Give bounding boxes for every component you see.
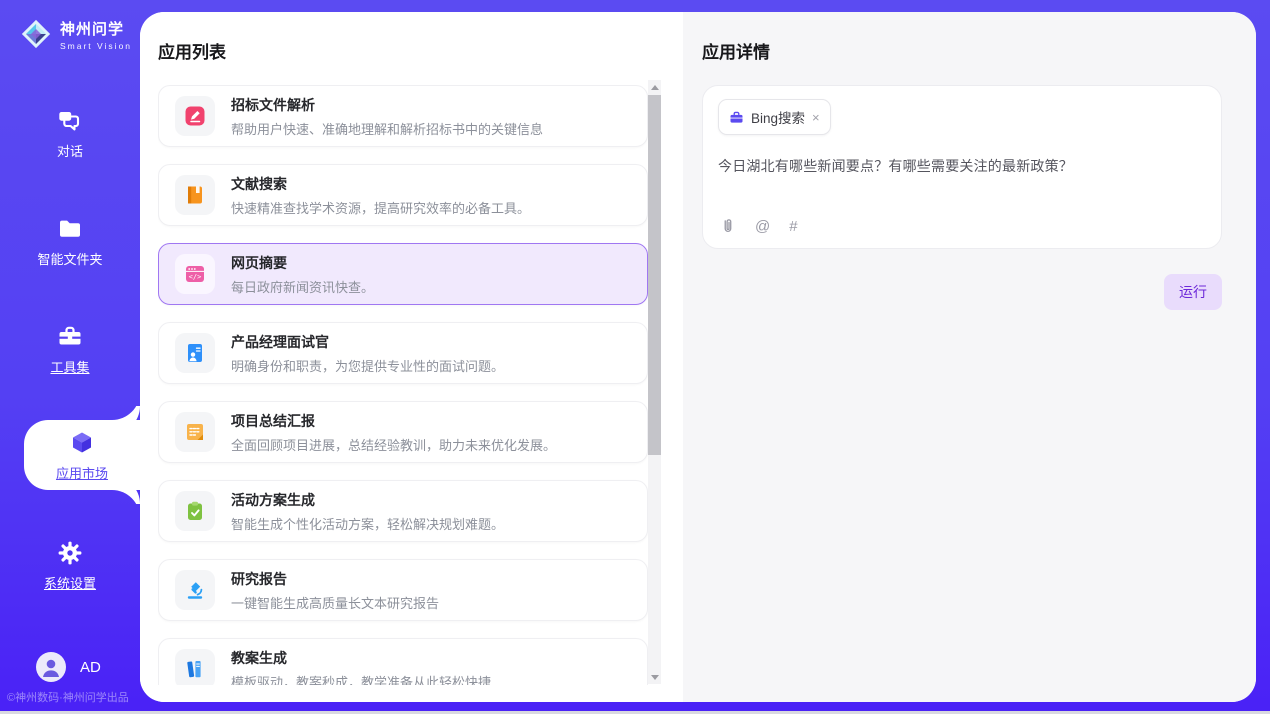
gear-icon	[56, 539, 84, 567]
sidebar-item-smart-folder[interactable]: 智能文件夹	[0, 210, 140, 272]
activity-plan-icon	[184, 500, 206, 522]
app-item-title: 招标文件解析	[231, 95, 543, 115]
sidebar-item-toolset[interactable]: 工具集	[0, 318, 140, 380]
scroll-down-icon[interactable]	[648, 670, 661, 684]
app-list-panel: 应用列表 招标文件解析 帮助用户快速、准确地理解和解析招标书中的关键信息	[140, 12, 683, 702]
app-item-desc: 快速精准查找学术资源，提高研究效率的必备工具。	[231, 198, 530, 217]
paperclip-icon[interactable]	[719, 217, 736, 235]
app-list: 招标文件解析 帮助用户快速、准确地理解和解析招标书中的关键信息 文献搜索 快速精…	[158, 85, 648, 685]
app-item-desc: 模板驱动，教案秒成，教学准备从此轻松快捷	[231, 672, 491, 686]
svg-text:</>: </>	[189, 273, 202, 281]
query-input[interactable]: 今日湖北有哪些新闻要点？有哪些需要关注的最新政策？	[718, 156, 1206, 176]
app-item-activity-plan[interactable]: 活动方案生成 智能生成个性化活动方案，轻松解决规划难题。	[158, 480, 648, 542]
sidebar: 神州问学 Smart Vision 对话 智能文件夹 工具集	[0, 0, 140, 714]
app-item-desc: 帮助用户快速、准确地理解和解析招标书中的关键信息	[231, 119, 543, 138]
app-detail-title: 应用详情	[702, 38, 1256, 63]
prompt-card: Bing搜索 × 今日湖北有哪些新闻要点？有哪些需要关注的最新政策？ @ #	[702, 85, 1222, 249]
folder-icon	[56, 215, 84, 243]
app-item-desc: 一键智能生成高质量长文本研究报告	[231, 593, 439, 612]
scroll-up-icon[interactable]	[648, 80, 661, 94]
sidebar-nav: 对话 智能文件夹 工具集 应用市场	[0, 102, 140, 642]
cube-icon	[68, 429, 96, 457]
brand-diamond-icon	[18, 16, 54, 52]
app-item-webpage-summary[interactable]: </> 网页摘要 每日政府新闻资讯快查。	[158, 243, 648, 305]
app-item-project-summary[interactable]: 项目总结汇报 全面回顾项目进展，总结经验教训，助力未来优化发展。	[158, 401, 648, 463]
chat-icon	[56, 107, 84, 135]
sidebar-item-label: 系统设置	[44, 573, 96, 592]
sidebar-item-chat[interactable]: 对话	[0, 102, 140, 164]
toolbox-icon	[56, 323, 84, 351]
app-item-desc: 每日政府新闻资讯快查。	[231, 277, 374, 296]
input-toolbar: @ #	[719, 217, 798, 235]
app-item-title: 活动方案生成	[231, 490, 504, 510]
app-list-title: 应用列表	[158, 38, 683, 63]
interviewer-icon	[184, 342, 206, 364]
user-account[interactable]: AD	[36, 652, 101, 682]
app-list-scrollbar[interactable]	[648, 80, 661, 684]
brand-logo: 神州问学 Smart Vision	[18, 16, 132, 52]
app-item-title: 产品经理面试官	[231, 332, 504, 352]
mention-icon[interactable]: @	[755, 218, 770, 235]
sidebar-item-label: 应用市场	[56, 463, 108, 482]
scrollbar-thumb[interactable]	[648, 95, 661, 455]
brand-name: 神州问学	[60, 18, 132, 39]
app-item-bid-parse[interactable]: 招标文件解析 帮助用户快速、准确地理解和解析招标书中的关键信息	[158, 85, 648, 147]
brand-subtitle: Smart Vision	[60, 41, 132, 51]
user-initials: AD	[80, 659, 101, 676]
app-item-desc: 明确身份和职责，为您提供专业性的面试问题。	[231, 356, 504, 375]
app-item-title: 项目总结汇报	[231, 411, 556, 431]
plugin-tag-bing-search[interactable]: Bing搜索 ×	[718, 99, 831, 135]
lesson-plan-icon	[184, 658, 206, 680]
run-row: 运行	[702, 274, 1222, 310]
sidebar-item-settings[interactable]: 系统设置	[0, 534, 140, 596]
app-item-title: 网页摘要	[231, 253, 374, 273]
app-item-pm-interviewer[interactable]: 产品经理面试官 明确身份和职责，为您提供专业性的面试问题。	[158, 322, 648, 384]
bid-document-icon	[184, 105, 206, 127]
app-item-desc: 全面回顾项目进展，总结经验教训，助力未来优化发展。	[231, 435, 556, 454]
project-summary-icon	[184, 421, 206, 443]
app-item-research-report[interactable]: 研究报告 一键智能生成高质量长文本研究报告	[158, 559, 648, 621]
sidebar-item-label: 智能文件夹	[37, 249, 102, 268]
run-button[interactable]: 运行	[1164, 274, 1222, 310]
webpage-summary-icon: </>	[184, 263, 206, 285]
copyright-footer: ©神州数码·神州问学出品	[7, 689, 129, 705]
research-report-icon	[184, 579, 206, 601]
app-item-title: 文献搜索	[231, 174, 530, 194]
literature-search-icon	[184, 184, 206, 206]
plugin-tag-label: Bing搜索	[751, 107, 805, 127]
app-item-title: 研究报告	[231, 569, 439, 589]
app-item-literature-search[interactable]: 文献搜索 快速精准查找学术资源，提高研究效率的必备工具。	[158, 164, 648, 226]
app-item-desc: 智能生成个性化活动方案，轻松解决规划难题。	[231, 514, 504, 533]
app-item-lesson-plan[interactable]: 教案生成 模板驱动，教案秒成，教学准备从此轻松快捷	[158, 638, 648, 685]
main-content: 应用列表 招标文件解析 帮助用户快速、准确地理解和解析招标书中的关键信息	[140, 12, 1256, 702]
sidebar-item-app-market[interactable]: 应用市场	[24, 420, 140, 490]
app-detail-panel: 应用详情 Bing搜索 × 今日湖北有哪些新闻要点？有哪些需要关注的最新政策？ …	[683, 12, 1256, 702]
app-item-title: 教案生成	[231, 648, 491, 668]
briefcase-icon	[729, 110, 744, 125]
close-icon[interactable]: ×	[812, 111, 820, 124]
user-icon	[36, 652, 66, 682]
sidebar-item-label: 工具集	[50, 357, 89, 376]
hash-icon[interactable]: #	[789, 218, 797, 235]
sidebar-item-label: 对话	[57, 141, 83, 160]
avatar	[36, 652, 66, 682]
